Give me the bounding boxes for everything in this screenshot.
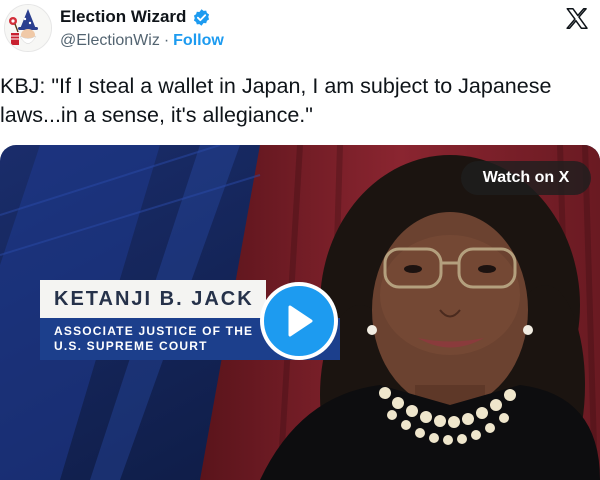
wizard-avatar-icon	[5, 5, 51, 51]
handle[interactable]: @ElectionWiz	[60, 32, 160, 49]
tweet-text: KBJ: "If I steal a wallet in Japan, I am…	[0, 74, 558, 127]
separator-dot: ·	[163, 32, 170, 49]
verified-badge-icon	[194, 8, 210, 26]
chyron-name: KETANJI B. JACK	[40, 280, 266, 318]
watch-on-x-button[interactable]: Watch on X	[461, 161, 591, 195]
play-icon	[288, 305, 313, 337]
video-player[interactable]: Watch on X KETANJI B. JACK ASSOCIATE JUS…	[0, 145, 600, 480]
display-name[interactable]: Election Wizard	[60, 7, 186, 27]
handle-row: @ElectionWiz · Follow	[60, 32, 224, 50]
author-name-row: Election Wizard	[60, 7, 211, 27]
follow-button[interactable]: Follow	[173, 32, 224, 49]
avatar[interactable]	[4, 4, 52, 52]
play-button[interactable]	[260, 282, 338, 360]
x-logo-icon[interactable]	[564, 6, 590, 32]
